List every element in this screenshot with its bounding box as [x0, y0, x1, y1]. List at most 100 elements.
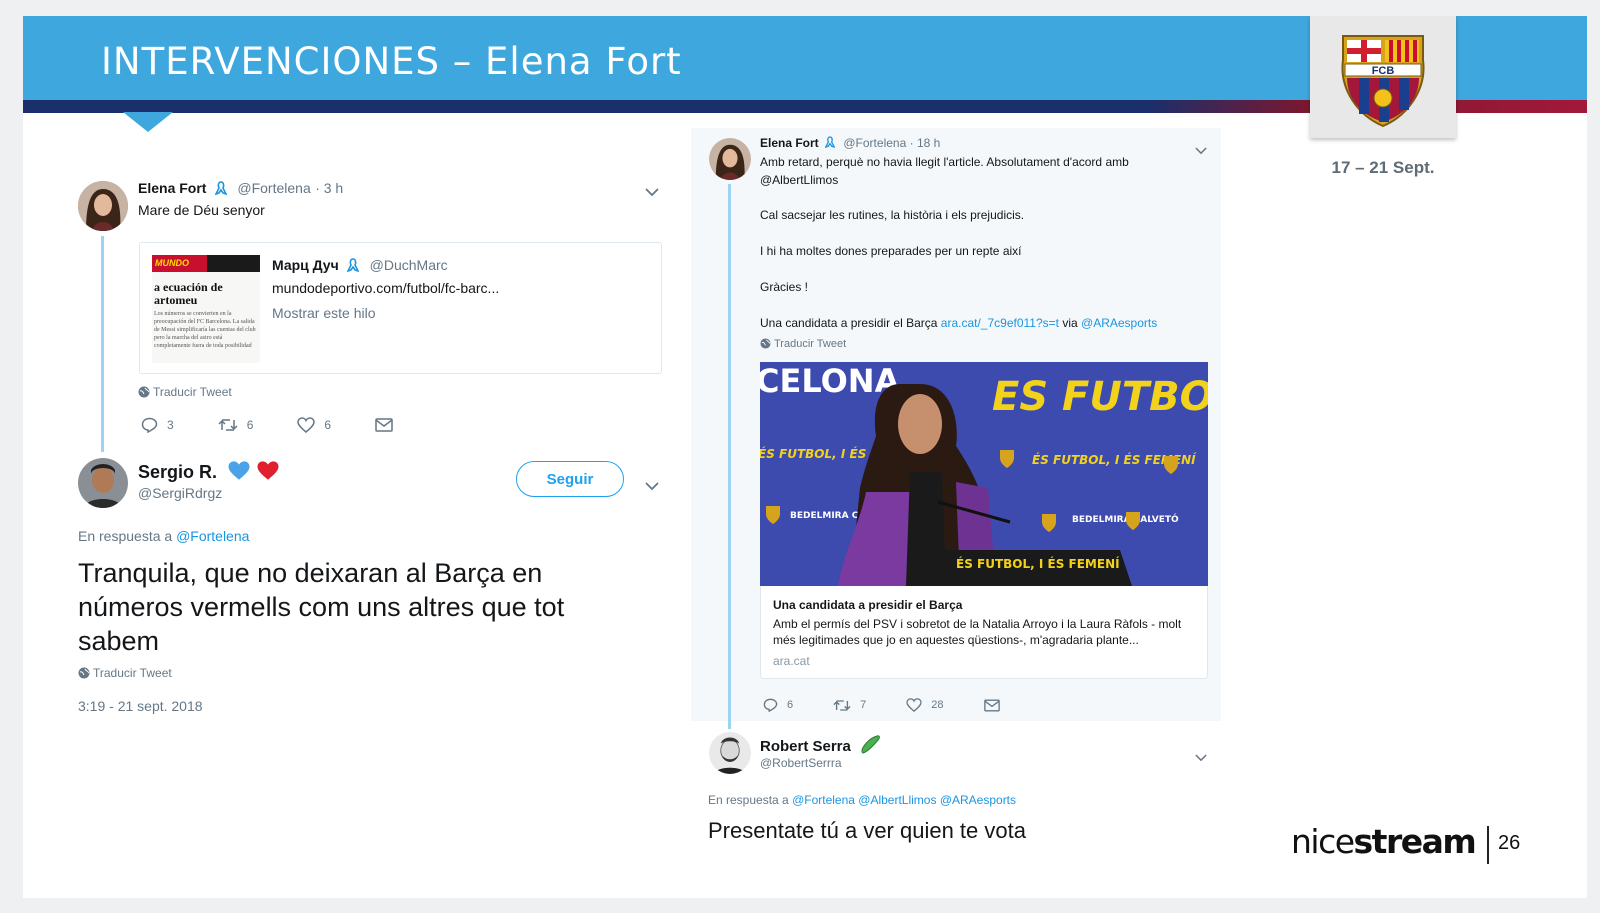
article-link[interactable]: ara.cat/_7c9ef011?s=t [941, 316, 1059, 330]
paper-masthead: MUNDO [152, 255, 260, 272]
quoted-thumbnail: MUNDO a ecuación de artomeu Los números … [152, 255, 260, 363]
crest-text: FCB [1372, 65, 1395, 77]
avatar-photo [709, 732, 751, 774]
link-card-title: Una candidata a presidir el Barça [773, 598, 963, 612]
avatar[interactable] [709, 138, 751, 180]
author-name[interactable]: Robert Serra [760, 738, 851, 755]
chevron-down-icon[interactable] [645, 478, 659, 496]
in-reply-mention[interactable]: @Fortelena @AlbertLlimos @ARAesports [792, 793, 1016, 807]
tweet-line-text: Una candidata a presidir el Barça [760, 316, 938, 330]
follow-button[interactable]: Seguir [516, 461, 624, 497]
footer-divider [1487, 826, 1489, 864]
avatar-photo [709, 138, 751, 180]
like-count: 28 [931, 699, 944, 711]
chevron-down-icon[interactable] [1195, 749, 1207, 767]
message-icon [375, 418, 393, 432]
show-thread-link[interactable]: Mostrar este hilo [272, 305, 375, 321]
mention-link[interactable]: @AlbertLlimos [760, 171, 838, 189]
translate-label: Traducir Tweet [153, 385, 232, 399]
mention-link[interactable]: @ARAesports [1081, 316, 1157, 330]
tweet-header: Elena Fort @Fortelena · 18 h [760, 136, 940, 150]
via-text: via [1062, 316, 1078, 330]
reply-text: Tranquila, que no deixaran al Barça en n… [78, 558, 565, 656]
tweet-header: Elena Fort @Fortelena · 3 h [138, 180, 343, 198]
tweet-line: I hi ha moltes dones preparades per un r… [760, 244, 1022, 258]
avatar[interactable] [709, 732, 751, 774]
translate-link[interactable]: Traducir Tweet [138, 385, 232, 399]
retweet-button[interactable]: 6 [218, 418, 253, 432]
in-reply-to: En respuesta a @Fortelena @AlbertLlimos … [708, 793, 1016, 807]
paper-headline: a ecuación de artomeu [154, 280, 223, 307]
fcb-logo-box: FCB [1310, 16, 1456, 138]
author-name[interactable]: Elena Fort [138, 180, 206, 196]
tweet-time[interactable]: · 18 h [910, 136, 941, 150]
tweet-text: Mare de Déu senyor [138, 202, 265, 218]
paper-body: Los números se convierten en la preocupa… [154, 311, 256, 349]
author-handle[interactable]: @SergiRdrgz [138, 485, 222, 501]
tweet-line: Una candidata a presidir el Barça ara.ca… [760, 314, 1157, 332]
reply-timestamp[interactable]: 3:19 - 21 sept. 2018 [78, 698, 203, 714]
brand-logo: nicestream [1291, 822, 1477, 861]
translate-link[interactable]: Traducir Tweet [760, 338, 846, 350]
author-handle[interactable]: @RobertSerrra [760, 756, 842, 770]
retweet-icon [218, 419, 238, 431]
translate-label: Traducir Tweet [93, 666, 172, 680]
quoted-header: Марц Дуч @DuchMarc [272, 257, 448, 275]
retweet-button[interactable]: 7 [833, 699, 866, 712]
link-card-description: Amb el permís del PSV i sobretot de la N… [773, 617, 1182, 647]
photo-scene: CELONA ES FUTBOL, ÉS FUTBOL, I ÉS FEMENÍ… [760, 362, 1208, 586]
reply-count: 3 [167, 418, 174, 432]
ribbon-icon [214, 181, 228, 196]
avatar[interactable] [78, 458, 128, 508]
reply-count: 6 [787, 699, 794, 711]
like-count: 6 [324, 418, 332, 432]
avatar-photo [78, 181, 128, 231]
photo-sponsor-right: BEDELMIRA CALVETÓ [1072, 513, 1179, 525]
quoted-url[interactable]: mundodeportivo.com/futbol/fc-barc... [272, 280, 499, 296]
message-button[interactable] [983, 699, 1009, 712]
author-name[interactable]: Elena Fort [760, 136, 819, 150]
quoted-tweet-card[interactable]: MUNDO a ecuación de artomeu Los números … [139, 242, 662, 374]
like-button[interactable]: 28 [906, 698, 944, 712]
tweet-line: Gràcies ! [760, 280, 809, 294]
reply-header: Sergio R. [138, 460, 280, 483]
photo-podium: ÉS FUTBOL, I ÉS FEMENÍ [956, 556, 1120, 571]
link-preview-card[interactable]: Una candidata a presidir el Barça Amb el… [760, 586, 1208, 679]
reply-icon [763, 698, 778, 712]
avatar[interactable] [78, 181, 128, 231]
quoted-author-name[interactable]: Марц Дуч [272, 257, 339, 273]
retweet-count: 7 [860, 699, 867, 711]
like-icon [906, 698, 922, 712]
thread-line [728, 184, 731, 729]
retweet-icon [833, 699, 851, 711]
author-name[interactable]: Sergio R. [138, 462, 217, 482]
photo-text-right: ES FUTBOL, [992, 374, 1208, 420]
fcb-crest-icon: FCB [1341, 35, 1425, 128]
reply-icon [141, 417, 158, 433]
tweet-time[interactable]: · 3 h [315, 180, 343, 196]
header-notch [123, 112, 173, 132]
globe-icon [760, 338, 771, 349]
date-range: 17 – 21 Sept. [1331, 158, 1435, 177]
quoted-author-handle[interactable]: @DuchMarc [370, 257, 448, 273]
globe-icon [138, 386, 150, 398]
translate-link[interactable]: Traducir Tweet [78, 666, 172, 680]
tweet-actions: 6 7 28 [763, 698, 1047, 712]
author-handle[interactable]: @Fortelena [237, 180, 310, 196]
chevron-down-icon[interactable] [1195, 142, 1207, 160]
like-button[interactable]: 6 [297, 417, 331, 433]
tweet-photo[interactable]: CELONA ES FUTBOL, ÉS FUTBOL, I ÉS FEMENÍ… [760, 362, 1208, 586]
blue-heart-icon [228, 461, 250, 480]
message-button[interactable] [375, 418, 402, 432]
in-reply-mention[interactable]: @Fortelena [176, 528, 249, 544]
page-number: 26 [1498, 832, 1521, 854]
chevron-down-icon[interactable] [645, 184, 659, 202]
message-icon [983, 699, 1000, 711]
ribbon-icon [346, 258, 360, 273]
reply-button[interactable]: 6 [763, 698, 793, 712]
brand-bold: stream [1353, 822, 1477, 861]
red-heart-icon [257, 461, 279, 480]
reply-button[interactable]: 3 [141, 417, 174, 433]
author-handle[interactable]: @Fortelena [843, 136, 906, 150]
tweet-line: Amb retard, perquè no havia llegit l'art… [760, 155, 1129, 169]
